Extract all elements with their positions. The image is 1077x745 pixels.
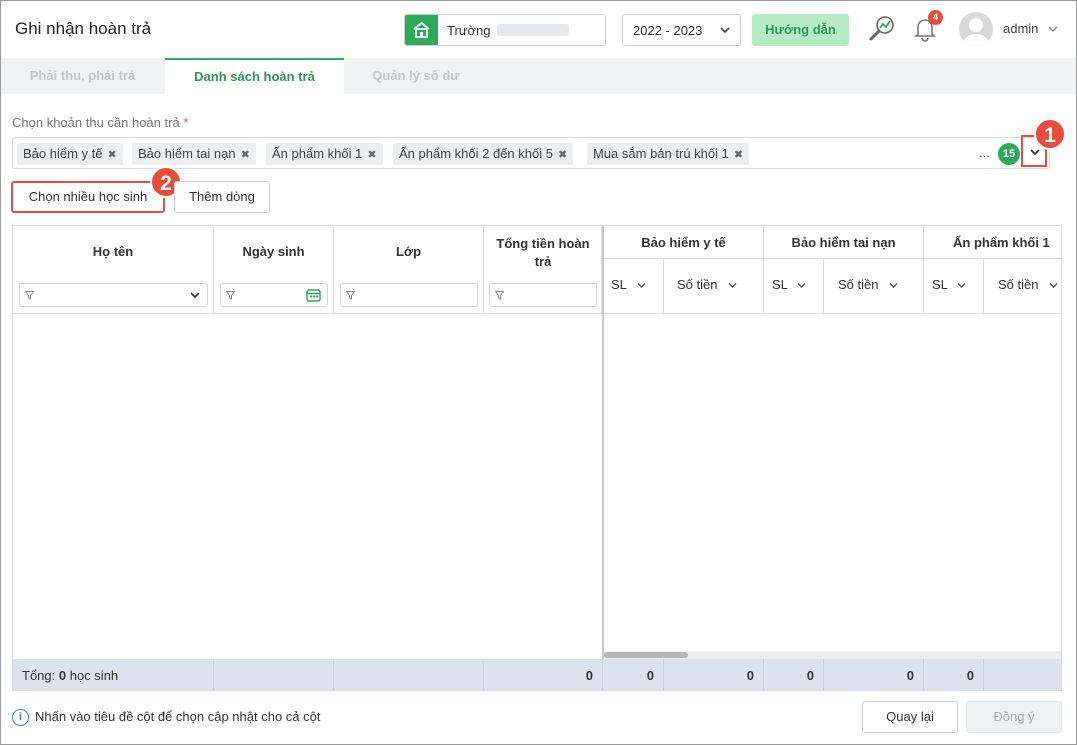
- column-group-publication-grade1[interactable]: Ấn phẩm khối 1: [924, 226, 1061, 259]
- remove-tag-icon[interactable]: ✖: [367, 149, 376, 161]
- frozen-column-divider: [602, 226, 604, 690]
- chevron-down-icon[interactable]: [1047, 23, 1059, 35]
- filter-icon: [226, 291, 235, 300]
- subcolumn-sl[interactable]: SL: [604, 259, 664, 314]
- column-header-dob[interactable]: Ngày sinh: [214, 226, 334, 314]
- horizontal-scrollbar[interactable]: [604, 651, 1061, 659]
- remove-tag-icon[interactable]: ✖: [108, 149, 117, 161]
- footer-cell: [214, 659, 334, 690]
- footer-amount: 0: [824, 659, 924, 690]
- school-label: Trường: [447, 23, 491, 38]
- column-group-health-insurance[interactable]: Bảo hiểm y tế: [604, 226, 764, 259]
- step-marker-1: 1: [1034, 118, 1066, 150]
- chevron-down-icon: [1030, 149, 1040, 156]
- school-year-value: 2022 - 2023: [633, 23, 703, 38]
- school-icon: [405, 15, 438, 45]
- add-row-button[interactable]: Thêm dòng: [174, 181, 270, 213]
- column-header-class[interactable]: Lớp: [334, 226, 484, 314]
- column-title: Ngày sinh: [242, 244, 305, 259]
- column-header-total[interactable]: Tổng tiền hoàn trả: [484, 226, 602, 314]
- fee-tag: Bảo hiểm tai nạn ✖: [132, 143, 256, 165]
- dob-filter-input[interactable]: [220, 283, 328, 307]
- chevron-down-icon: [889, 283, 898, 288]
- notification-badge: 4: [928, 10, 943, 25]
- remove-tag-icon[interactable]: ✖: [558, 149, 567, 161]
- fee-selector-label: Chọn khoản thu cần hoàn trả *: [12, 115, 189, 130]
- fee-multiselect[interactable]: Bảo hiểm y tế ✖ Bảo hiểm tai nạn ✖ Ấn phẩm…: [12, 135, 1050, 169]
- chevron-down-icon: [637, 283, 646, 288]
- calendar-icon[interactable]: [306, 288, 321, 302]
- tab-refund-list[interactable]: Danh sách hoàn trả: [165, 58, 344, 94]
- chevron-down-icon: [1049, 283, 1058, 288]
- column-title: Họ tên: [92, 244, 134, 259]
- subcolumn-sl[interactable]: SL: [764, 259, 824, 314]
- chevron-down-icon: [728, 283, 737, 288]
- footer-cell: [334, 659, 484, 690]
- tab-receivables-payables[interactable]: Phải thu, phải trả: [1, 58, 164, 94]
- agree-button[interactable]: Đồng ý: [966, 701, 1062, 733]
- subcolumn-sl[interactable]: SL: [924, 259, 984, 314]
- chevron-down-icon: [720, 27, 730, 34]
- school-name-redacted: [497, 24, 569, 36]
- required-mark: *: [183, 115, 189, 130]
- refund-grid: Họ tên Ngày sinh Lớp Tổng tiền hoàn trả: [12, 225, 1062, 691]
- column-header-name[interactable]: Họ tên: [13, 226, 214, 314]
- fee-tag: Ấn phẩm khối 1 ✖: [266, 143, 383, 165]
- window: Ghi nhận hoàn trả Trường 2022 - 2023 Hướ…: [0, 0, 1077, 745]
- footer-sl: 0: [924, 659, 984, 690]
- student-count-summary: Tổng: 0 học sinh: [13, 659, 214, 690]
- school-selector[interactable]: Trường: [404, 14, 606, 46]
- subcolumn-amount[interactable]: Số tiền: [664, 259, 764, 314]
- user-name[interactable]: admin: [1003, 21, 1038, 36]
- school-year-select[interactable]: 2022 - 2023: [622, 14, 741, 46]
- more-tags-ellipsis: ...: [979, 145, 990, 160]
- avatar[interactable]: [959, 12, 993, 46]
- subcolumn-amount[interactable]: Số tiền: [984, 259, 1061, 314]
- choose-multiple-students-button[interactable]: Chọn nhiều học sinh: [11, 181, 165, 213]
- tab-balance-management[interactable]: Quản lý số dư: [345, 58, 487, 94]
- chevron-down-icon: [797, 283, 806, 288]
- class-filter-input[interactable]: [340, 283, 478, 307]
- name-filter-select[interactable]: [19, 283, 208, 307]
- scrollbar-thumb[interactable]: [604, 652, 688, 658]
- guide-button[interactable]: Hướng dẫn: [752, 14, 849, 46]
- footer-sl: 0: [603, 659, 664, 690]
- footer-amount: 0: [664, 659, 764, 690]
- info-icon: i: [12, 709, 29, 727]
- page-title: Ghi nhận hoàn trả: [15, 19, 152, 38]
- chevron-down-icon: [957, 283, 966, 288]
- filter-icon: [495, 291, 504, 300]
- selected-count-badge: 15: [998, 143, 1020, 165]
- tab-bar: Phải thu, phải trả Danh sách hoàn trả Qu…: [1, 58, 1076, 94]
- chevron-down-icon: [190, 292, 200, 299]
- grid-footer: Tổng: 0 học sinh 0 0 0 0 0 0: [13, 659, 1061, 690]
- subcolumn-amount[interactable]: Số tiền: [824, 259, 924, 314]
- header: Ghi nhận hoàn trả Trường 2022 - 2023 Hướ…: [1, 1, 1076, 58]
- search-analytics-icon[interactable]: [867, 14, 897, 44]
- filter-icon: [25, 291, 34, 300]
- fee-tag: Mua sắm bán trú khối 1 ✖: [587, 143, 750, 165]
- filter-icon: [346, 291, 355, 300]
- remove-tag-icon[interactable]: ✖: [734, 149, 743, 161]
- hint-text: Nhấn vào tiêu đề cột để chọn cập nhật ch…: [35, 709, 321, 724]
- column-title: Lớp: [395, 244, 422, 259]
- fee-tag: Ấn phẩm khối 2 đến khối 5 ✖: [393, 143, 574, 165]
- footer-sl: 0: [764, 659, 824, 690]
- footer-total: 0: [484, 659, 603, 690]
- total-filter-input[interactable]: [489, 283, 597, 307]
- column-group-accident-insurance[interactable]: Bảo hiểm tai nạn: [764, 226, 924, 259]
- column-title: Tổng tiền hoàn trả: [496, 236, 590, 269]
- column-update-hint: i Nhấn vào tiêu đề cột để chọn cập nhật c…: [12, 709, 321, 727]
- fee-tag: Bảo hiểm y tế ✖: [17, 143, 123, 165]
- remove-tag-icon[interactable]: ✖: [241, 149, 250, 161]
- back-button[interactable]: Quay lại: [862, 701, 958, 733]
